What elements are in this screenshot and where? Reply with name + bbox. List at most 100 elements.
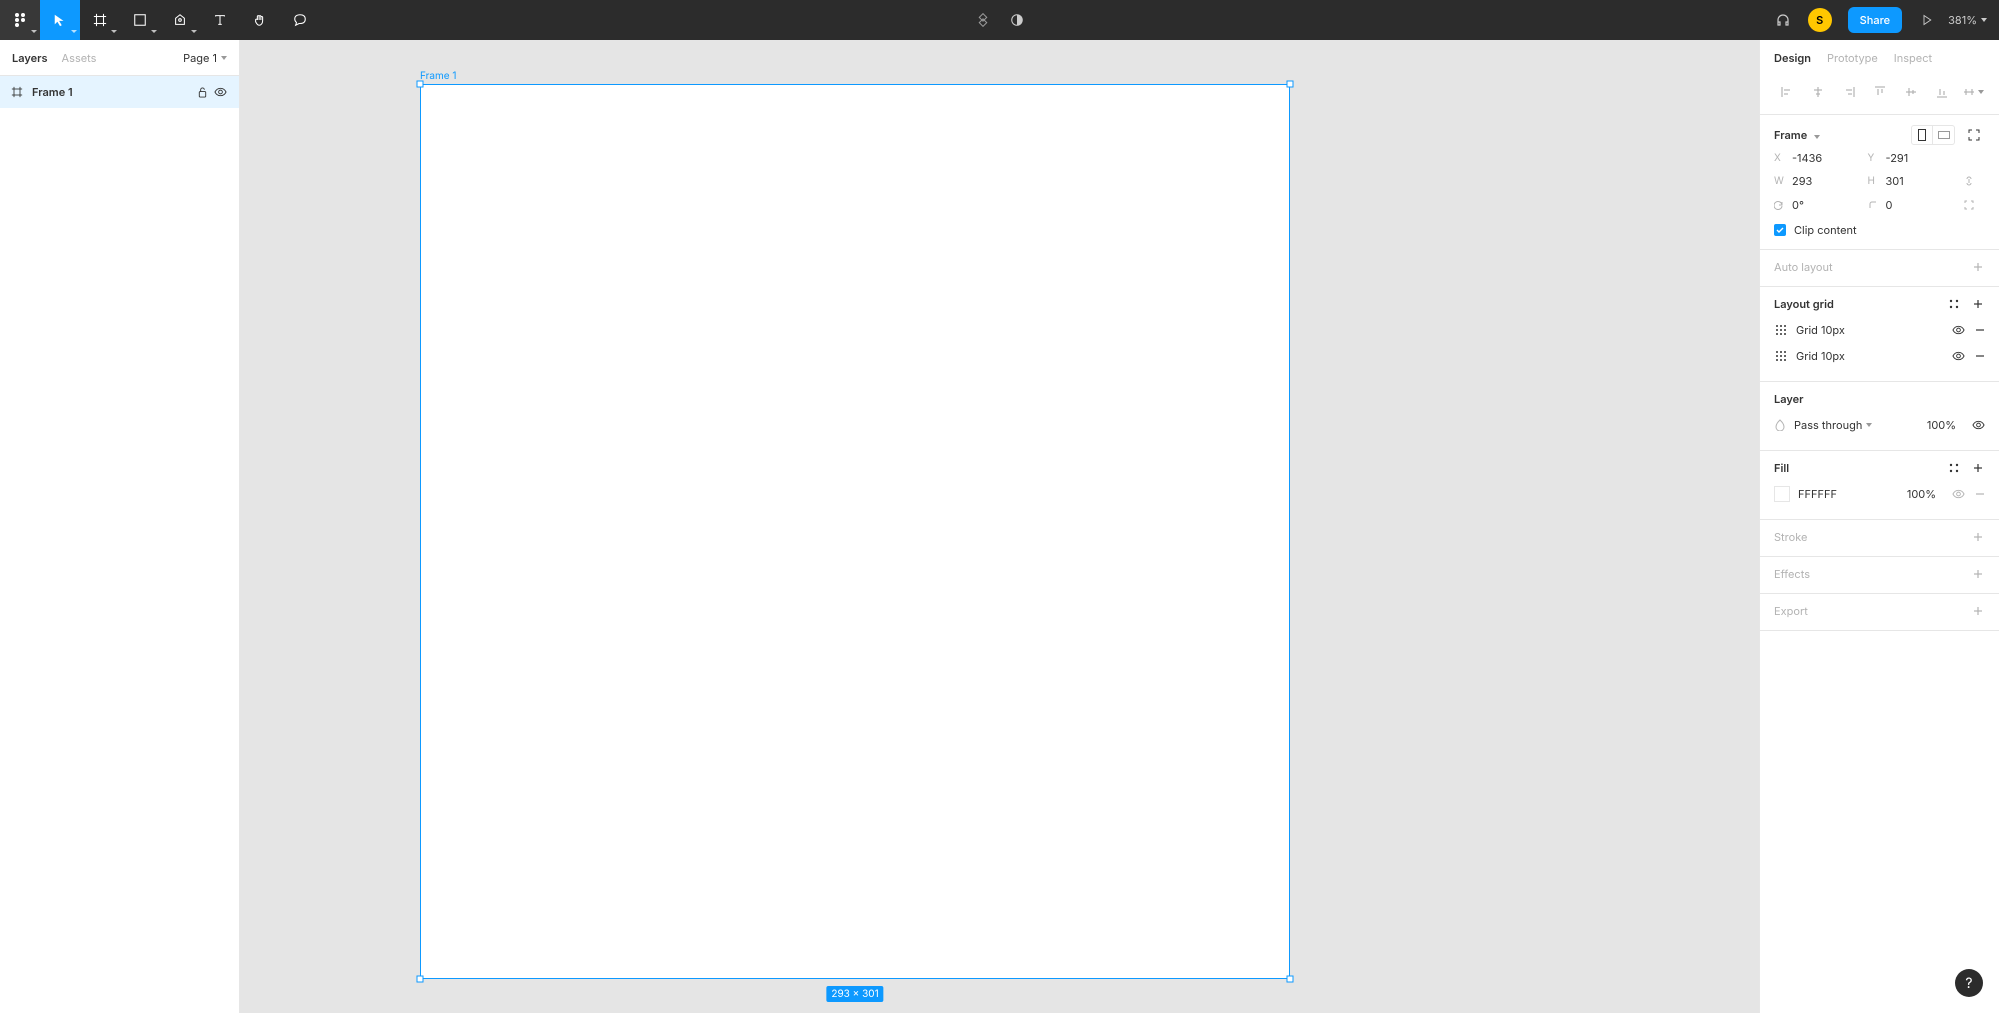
fill-swatch[interactable] bbox=[1774, 486, 1790, 502]
component-tool-button[interactable] bbox=[968, 0, 998, 40]
selection-handle-ne[interactable] bbox=[1287, 81, 1294, 88]
align-left-button[interactable] bbox=[1772, 80, 1801, 104]
fill-opacity-field[interactable]: 100% bbox=[1907, 487, 1936, 501]
left-panel: Layers Assets Page 1 Frame 1 bbox=[0, 40, 240, 1013]
fill-title: Fill bbox=[1774, 461, 1947, 475]
add-effect-button[interactable] bbox=[1971, 567, 1985, 581]
user-avatar[interactable]: S bbox=[1808, 8, 1832, 32]
chevron-down-icon bbox=[1978, 90, 1984, 94]
radius-field[interactable]: 0 bbox=[1868, 198, 1950, 212]
mask-tool-button[interactable] bbox=[1002, 0, 1032, 40]
clip-content-label: Clip content bbox=[1794, 223, 1857, 237]
pen-icon bbox=[172, 12, 188, 28]
fill-visibility-button[interactable] bbox=[1952, 489, 1965, 499]
page-dropdown[interactable]: Page 1 bbox=[183, 51, 227, 65]
align-right-button[interactable] bbox=[1834, 80, 1863, 104]
blend-icon bbox=[1774, 419, 1786, 431]
zoom-dropdown[interactable]: 381% bbox=[1944, 13, 1999, 27]
selection-handle-se[interactable] bbox=[1287, 976, 1294, 983]
blend-mode-dropdown[interactable]: Pass through bbox=[1794, 418, 1919, 432]
left-panel-tabs: Layers Assets Page 1 bbox=[0, 40, 239, 76]
page-label: Page 1 bbox=[183, 51, 217, 65]
w-field[interactable]: W293 bbox=[1774, 174, 1856, 188]
hand-tool-button[interactable] bbox=[240, 0, 280, 40]
visibility-icon[interactable] bbox=[214, 87, 227, 97]
orientation-portrait-button[interactable] bbox=[1911, 125, 1933, 145]
opacity-field[interactable]: 100% bbox=[1927, 418, 1956, 432]
tab-prototype[interactable]: Prototype bbox=[1827, 51, 1878, 65]
pen-tool-button[interactable] bbox=[160, 0, 200, 40]
frame-1[interactable] bbox=[420, 84, 1290, 979]
add-stroke-button[interactable] bbox=[1971, 530, 1985, 544]
grid-styles-button[interactable] bbox=[1947, 297, 1961, 311]
clip-content-checkbox[interactable] bbox=[1774, 224, 1786, 236]
fill-hex-field[interactable]: FFFFFF bbox=[1798, 487, 1899, 501]
blend-mode-row: Pass through 100% bbox=[1774, 412, 1985, 438]
independent-corners-button[interactable] bbox=[1961, 197, 1977, 213]
comment-tool-button[interactable] bbox=[280, 0, 320, 40]
text-tool-button[interactable] bbox=[200, 0, 240, 40]
layer-visibility-button[interactable] bbox=[1972, 420, 1985, 430]
orientation-landscape-button[interactable] bbox=[1933, 125, 1955, 145]
align-top-button[interactable] bbox=[1865, 80, 1894, 104]
chevron-down-icon bbox=[151, 30, 157, 33]
frame-icon bbox=[92, 12, 108, 28]
tab-design[interactable]: Design bbox=[1774, 51, 1811, 65]
selection-handle-sw[interactable] bbox=[417, 976, 424, 983]
layout-grid-title: Layout grid bbox=[1774, 297, 1947, 311]
play-icon bbox=[1919, 12, 1935, 28]
distribute-button[interactable] bbox=[1958, 80, 1987, 104]
present-button[interactable] bbox=[1910, 0, 1944, 40]
frame-label[interactable]: Frame 1 bbox=[420, 70, 456, 82]
tab-inspect[interactable]: Inspect bbox=[1894, 51, 1932, 65]
shape-tool-button[interactable] bbox=[120, 0, 160, 40]
layout-grid-section: Layout grid Grid 10px Grid 10px bbox=[1760, 287, 1999, 382]
remove-grid-button[interactable] bbox=[1975, 325, 1985, 335]
chevron-down-icon bbox=[1866, 423, 1872, 427]
frame-section: Frame X-1436 Y-291 W293 H301 0° 0 bbox=[1760, 115, 1999, 250]
share-button[interactable]: Share bbox=[1848, 7, 1902, 33]
audio-button[interactable] bbox=[1766, 0, 1800, 40]
resize-to-fit-button[interactable] bbox=[1963, 125, 1985, 145]
selection-handle-nw[interactable] bbox=[417, 81, 424, 88]
chevron-down-icon bbox=[71, 30, 77, 33]
rotation-field[interactable]: 0° bbox=[1774, 198, 1856, 212]
constrain-proportions-button[interactable] bbox=[1961, 173, 1977, 189]
tab-layers[interactable]: Layers bbox=[12, 51, 48, 65]
add-grid-button[interactable] bbox=[1971, 297, 1985, 311]
text-icon bbox=[212, 12, 228, 28]
tab-assets[interactable]: Assets bbox=[62, 51, 97, 65]
fill-section: Fill FFFFFF 100% bbox=[1760, 451, 1999, 520]
main-menu-button[interactable] bbox=[0, 0, 40, 40]
grid-item-0[interactable]: Grid 10px bbox=[1774, 317, 1985, 343]
unlock-icon[interactable] bbox=[197, 87, 208, 98]
remove-fill-button[interactable] bbox=[1975, 489, 1985, 499]
grid-visibility-button[interactable] bbox=[1952, 351, 1965, 361]
grid-visibility-button[interactable] bbox=[1952, 325, 1965, 335]
size-badge: 293 × 301 bbox=[826, 986, 883, 1002]
frame-title-dropdown[interactable]: Frame bbox=[1774, 128, 1911, 142]
add-auto-layout-button[interactable] bbox=[1971, 260, 1985, 274]
layer-row-frame1[interactable]: Frame 1 bbox=[0, 76, 239, 108]
help-button[interactable]: ? bbox=[1955, 969, 1983, 997]
align-hcenter-button[interactable] bbox=[1803, 80, 1832, 104]
add-export-button[interactable] bbox=[1971, 604, 1985, 618]
frame-section-header: Frame bbox=[1774, 125, 1985, 145]
remove-grid-button[interactable] bbox=[1975, 351, 1985, 361]
h-field[interactable]: H301 bbox=[1868, 174, 1950, 188]
add-fill-button[interactable] bbox=[1971, 461, 1985, 475]
x-field[interactable]: X-1436 bbox=[1774, 151, 1856, 165]
layer-name: Frame 1 bbox=[32, 85, 197, 99]
canvas[interactable]: Frame 1 293 × 301 bbox=[240, 40, 1759, 1013]
align-vcenter-button[interactable] bbox=[1896, 80, 1925, 104]
frame-tool-button[interactable] bbox=[80, 0, 120, 40]
chevron-down-icon bbox=[191, 30, 197, 33]
clip-content-row[interactable]: Clip content bbox=[1774, 223, 1985, 237]
rectangle-icon bbox=[132, 12, 148, 28]
align-bottom-button[interactable] bbox=[1927, 80, 1956, 104]
y-field[interactable]: Y-291 bbox=[1868, 151, 1950, 165]
move-tool-button[interactable] bbox=[40, 0, 80, 40]
grid-item-1[interactable]: Grid 10px bbox=[1774, 343, 1985, 369]
grid-label: Grid 10px bbox=[1796, 323, 1944, 337]
fill-styles-button[interactable] bbox=[1947, 461, 1961, 475]
